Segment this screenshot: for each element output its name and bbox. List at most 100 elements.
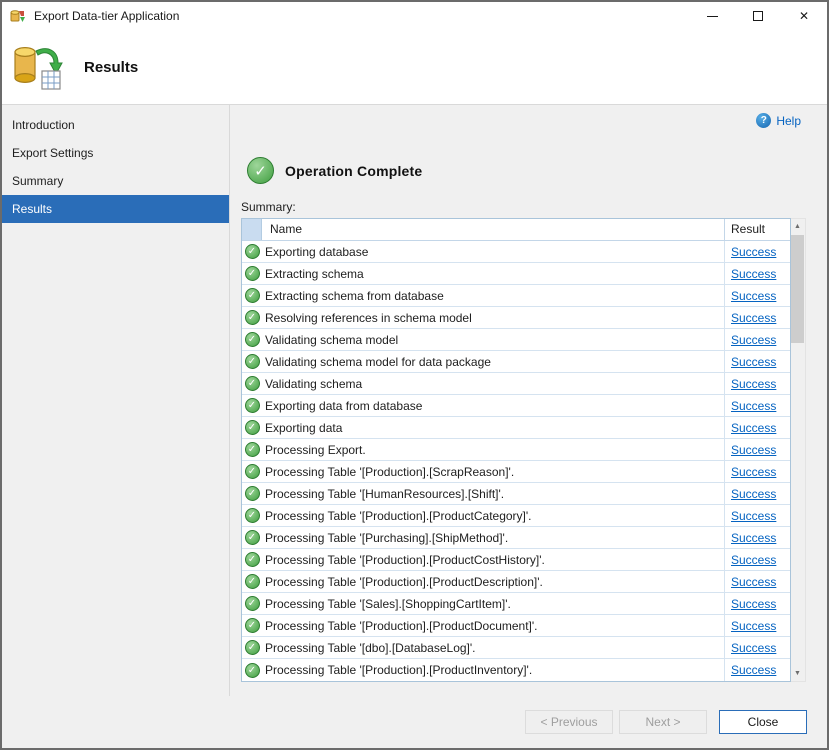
results-table: Name Result Exporting databaseSuccessExt… (241, 218, 791, 682)
result-success-link[interactable]: Success (731, 619, 776, 633)
result-success-link[interactable]: Success (731, 355, 776, 369)
result-success-link[interactable]: Success (731, 377, 776, 391)
result-success-link[interactable]: Success (731, 399, 776, 413)
minimize-icon (707, 16, 718, 17)
scrollbar-up-arrow[interactable] (791, 219, 804, 234)
status-column-header (242, 219, 262, 240)
result-success-link[interactable]: Success (731, 267, 776, 281)
success-check-icon (245, 266, 260, 281)
result-column-header: Result (724, 219, 790, 240)
table-row: Resolving references in schema model Succ… (242, 307, 790, 329)
row-name: Processing Table '[Production].[ScrapRea… (262, 465, 724, 479)
table-row: Validating schema modelSuccess (242, 329, 790, 351)
row-name: Processing Table '[Purchasing].[ShipMeth… (262, 531, 724, 545)
success-check-icon (245, 530, 260, 545)
help-link[interactable]: Help (756, 113, 801, 128)
row-status-cell (242, 508, 262, 523)
next-button[interactable]: Next > (619, 710, 707, 734)
success-check-icon (245, 464, 260, 479)
result-success-link[interactable]: Success (731, 509, 776, 523)
success-check-icon (245, 596, 260, 611)
help-label: Help (776, 114, 801, 128)
row-result-cell: Success (724, 417, 790, 438)
success-check-icon (245, 310, 260, 325)
title-bar[interactable]: Export Data-tier Application (2, 2, 827, 30)
app-icon (10, 8, 27, 25)
row-status-cell (242, 420, 262, 435)
result-success-link[interactable]: Success (731, 663, 776, 677)
row-name: Resolving references in schema model (262, 311, 724, 325)
results-table-zone: Name Result Exporting databaseSuccessExt… (241, 218, 827, 682)
result-success-link[interactable]: Success (731, 245, 776, 259)
result-success-link[interactable]: Success (731, 487, 776, 501)
success-check-icon (245, 640, 260, 655)
sidebar-item-introduction[interactable]: Introduction (2, 111, 229, 139)
result-success-link[interactable]: Success (731, 465, 776, 479)
sidebar-item-results[interactable]: Results (2, 195, 229, 223)
row-status-cell (242, 596, 262, 611)
result-success-link[interactable]: Success (731, 311, 776, 325)
success-check-icon (245, 244, 260, 259)
row-result-cell: Success (724, 549, 790, 570)
row-result-cell: Success (724, 659, 790, 681)
footer-bar: < Previous Next > Close (2, 696, 827, 748)
row-result-cell: Success (724, 373, 790, 394)
result-success-link[interactable]: Success (731, 553, 776, 567)
row-status-cell (242, 288, 262, 303)
table-row: Exporting data from databaseSuccess (242, 395, 790, 417)
scrollbar-down-arrow[interactable] (791, 666, 804, 681)
row-status-cell (242, 486, 262, 501)
row-status-cell (242, 640, 262, 655)
result-success-link[interactable]: Success (731, 575, 776, 589)
maximize-button[interactable] (735, 2, 781, 30)
row-status-cell (242, 464, 262, 479)
result-success-link[interactable]: Success (731, 333, 776, 347)
row-status-cell (242, 442, 262, 457)
row-name: Processing Table '[Production].[ProductI… (262, 663, 724, 677)
row-result-cell: Success (724, 461, 790, 482)
row-name: Processing Table '[HumanResources].[Shif… (262, 487, 724, 501)
result-success-link[interactable]: Success (731, 531, 776, 545)
sidebar-item-summary[interactable]: Summary (2, 167, 229, 195)
result-success-link[interactable]: Success (731, 597, 776, 611)
result-success-link[interactable]: Success (731, 289, 776, 303)
table-row: Processing Table '[HumanResources].[Shif… (242, 483, 790, 505)
success-check-icon (245, 574, 260, 589)
maximize-icon (753, 11, 763, 21)
export-dac-dialog: Export Data-tier Application Results Int… (0, 0, 829, 750)
table-row: Exporting databaseSuccess (242, 241, 790, 263)
table-scrollbar[interactable] (791, 218, 806, 682)
success-check-icon (245, 552, 260, 567)
row-status-cell (242, 332, 262, 347)
row-result-cell: Success (724, 351, 790, 372)
row-result-cell: Success (724, 307, 790, 328)
sidebar-item-export-settings[interactable]: Export Settings (2, 139, 229, 167)
result-success-link[interactable]: Success (731, 641, 776, 655)
result-success-link[interactable]: Success (731, 443, 776, 457)
success-check-icon (245, 420, 260, 435)
results-table-header: Name Result (242, 219, 790, 241)
minimize-button[interactable] (689, 2, 735, 30)
previous-button[interactable]: < Previous (525, 710, 613, 734)
table-row: Processing Table '[Production].[ProductC… (242, 505, 790, 527)
results-table-rows: Exporting databaseSuccessExtracting sche… (242, 241, 790, 681)
success-check-icon (245, 288, 260, 303)
success-check-icon (245, 398, 260, 413)
row-status-cell (242, 552, 262, 567)
result-success-link[interactable]: Success (731, 421, 776, 435)
close-dialog-button[interactable]: Close (719, 710, 807, 734)
close-icon (799, 9, 809, 23)
table-row: Processing Table '[dbo].[DatabaseLog]'.S… (242, 637, 790, 659)
table-row: Processing Table '[Production].[ProductD… (242, 571, 790, 593)
success-check-icon (245, 442, 260, 457)
operation-status: Operation Complete (247, 157, 827, 184)
scrollbar-thumb[interactable] (791, 235, 804, 343)
name-column-header: Name (262, 219, 724, 240)
row-result-cell: Success (724, 241, 790, 262)
success-check-icon (245, 618, 260, 633)
table-row: Extracting schemaSuccess (242, 263, 790, 285)
row-result-cell: Success (724, 395, 790, 416)
row-name: Processing Table '[Production].[ProductD… (262, 575, 724, 589)
row-result-cell: Success (724, 263, 790, 284)
close-button[interactable] (781, 2, 827, 30)
